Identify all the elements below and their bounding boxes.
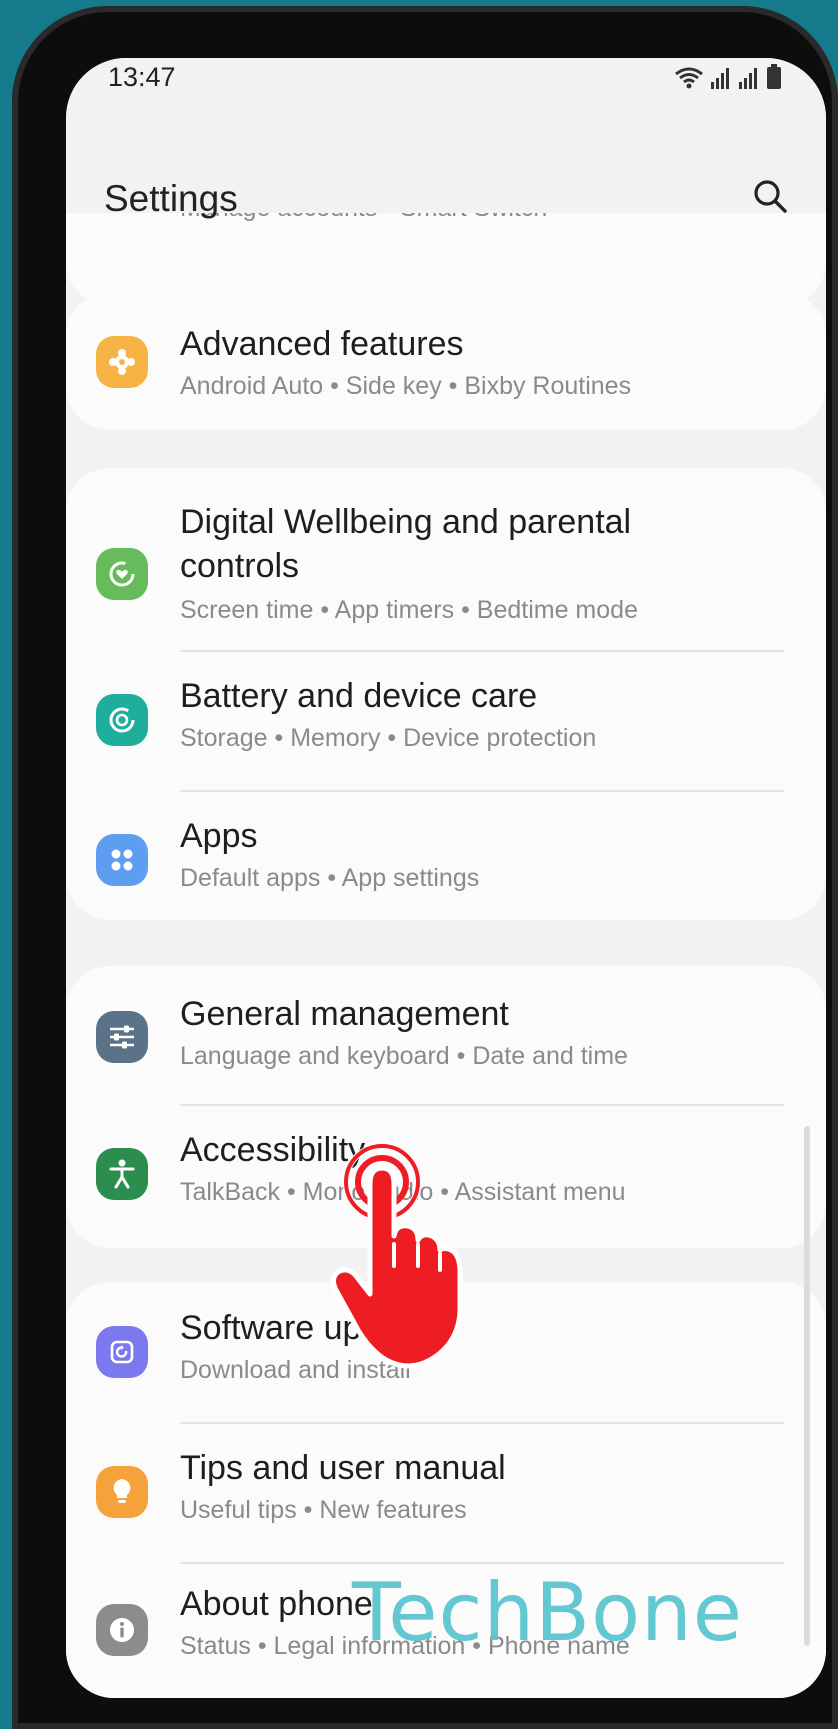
settings-item-general-management[interactable]: General management Language and keyboard… bbox=[66, 966, 826, 1104]
phone-frame: Manage accounts • Smart Switch 13:47 bbox=[12, 6, 838, 1729]
tap-hand-icon bbox=[330, 1143, 463, 1369]
divider bbox=[180, 1422, 784, 1424]
item-subtitle: Language and keyboard • Date and time bbox=[180, 1042, 628, 1070]
page-title: Settings bbox=[104, 178, 238, 219]
item-title: Advanced features bbox=[180, 325, 464, 363]
divider bbox=[180, 1562, 784, 1564]
accessibility-person-icon bbox=[96, 1148, 148, 1200]
item-title: Tips and user manual bbox=[180, 1449, 506, 1487]
divider bbox=[180, 790, 784, 792]
scrollbar[interactable] bbox=[804, 1126, 810, 1646]
item-subtitle: Android Auto • Side key • Bixby Routines bbox=[180, 372, 632, 400]
search-button[interactable] bbox=[742, 168, 798, 224]
device-care-icon bbox=[96, 694, 148, 746]
status-bar: 13:47 bbox=[66, 58, 826, 108]
item-title: Battery and device care bbox=[180, 677, 538, 715]
divider bbox=[180, 1104, 784, 1106]
signal-icon-2 bbox=[739, 68, 757, 89]
battery-icon bbox=[767, 64, 781, 89]
settings-item-apps[interactable]: Apps Default apps • App settings bbox=[66, 794, 826, 920]
settings-item-battery-device-care[interactable]: Battery and device care Storage • Memory… bbox=[66, 654, 826, 790]
item-title: General management bbox=[180, 995, 509, 1033]
lightbulb-icon bbox=[96, 1466, 148, 1518]
sliders-icon bbox=[96, 1011, 148, 1063]
settings-item-tips-manual[interactable]: Tips and user manual Useful tips • New f… bbox=[66, 1426, 826, 1562]
watermark: TechBone bbox=[352, 1566, 743, 1659]
item-title: Apps bbox=[180, 817, 258, 855]
settings-item-digital-wellbeing[interactable]: Digital Wellbeing and parental controls … bbox=[66, 468, 826, 644]
divider bbox=[180, 650, 784, 652]
item-subtitle: Default apps • App settings bbox=[180, 864, 480, 892]
wellbeing-heart-icon bbox=[96, 548, 148, 600]
apps-grid-icon bbox=[96, 834, 148, 886]
status-icons bbox=[674, 64, 782, 90]
wifi-icon bbox=[675, 67, 703, 89]
puzzle-gear-icon bbox=[96, 336, 148, 388]
signal-icon bbox=[711, 68, 729, 89]
item-title-line2: controls bbox=[180, 547, 300, 585]
screen: Manage accounts • Smart Switch 13:47 bbox=[66, 58, 826, 1698]
item-subtitle: Storage • Memory • Device protection bbox=[180, 724, 597, 752]
status-time: 13:47 bbox=[108, 62, 176, 92]
info-icon bbox=[96, 1604, 148, 1656]
item-title: About phone bbox=[180, 1585, 373, 1623]
software-update-icon bbox=[96, 1326, 148, 1378]
item-subtitle: Useful tips • New features bbox=[180, 1496, 467, 1524]
search-icon bbox=[754, 180, 787, 213]
item-subtitle: Screen time • App timers • Bedtime mode bbox=[180, 596, 638, 624]
item-title: Digital Wellbeing and parental bbox=[180, 503, 632, 541]
settings-item-advanced-features[interactable]: Advanced features Android Auto • Side ke… bbox=[66, 292, 826, 430]
